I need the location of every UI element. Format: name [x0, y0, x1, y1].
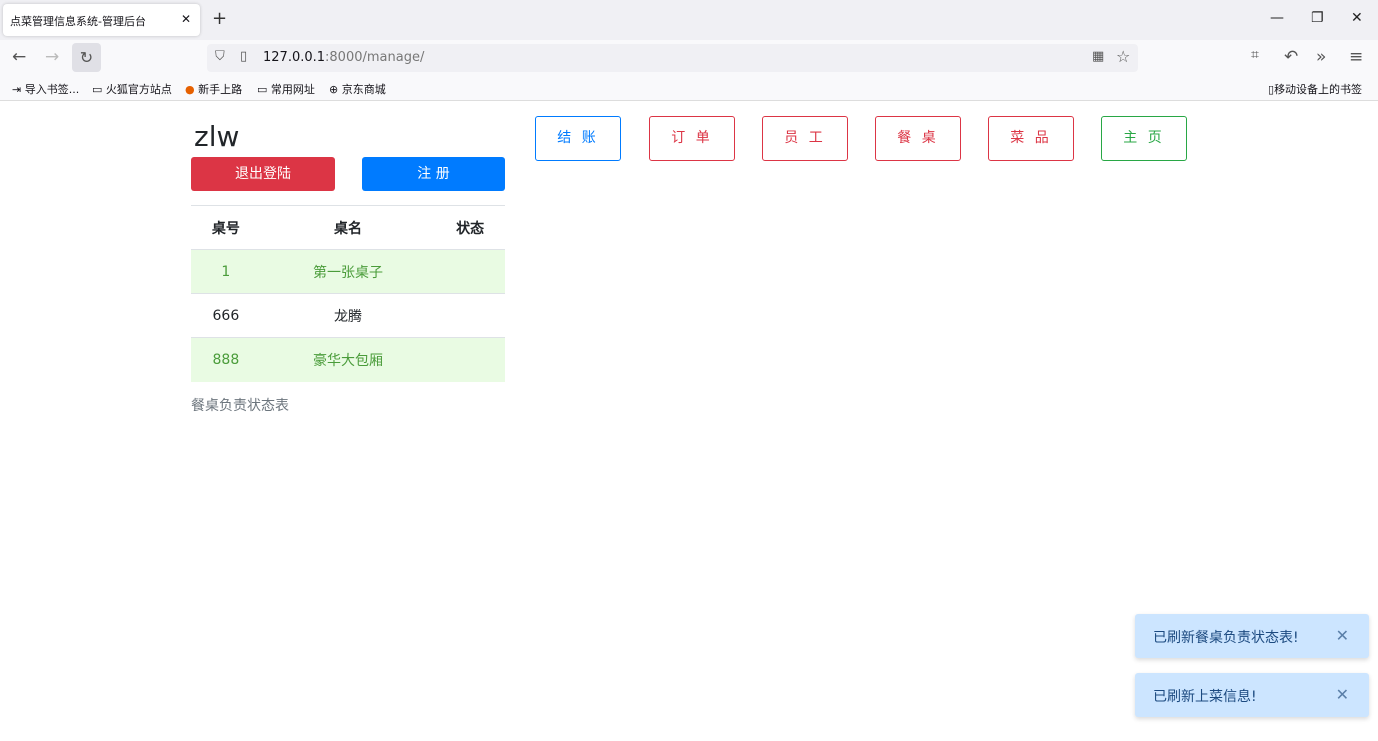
bookmark-firefox[interactable]: ▭ 火狐官方站点	[92, 81, 172, 97]
forward-icon: →	[45, 47, 60, 67]
close-tab-icon[interactable]: ✕	[181, 12, 191, 26]
cell: 666	[191, 293, 261, 338]
cell	[435, 249, 505, 294]
cell	[435, 293, 505, 338]
toast-message: 已刷新上菜信息!	[1153, 689, 1257, 705]
register-button[interactable]: 注 册	[362, 157, 505, 191]
bookmark-jd[interactable]: ⊕ 京东商城	[329, 81, 386, 97]
bookmark-import[interactable]: ⇥ 导入书签...	[12, 81, 79, 97]
url-path: :8000/manage/	[325, 50, 425, 65]
nav-orders-button[interactable]: 订 单	[649, 116, 735, 161]
nav-home-button[interactable]: 主 页	[1101, 116, 1187, 161]
tab-bar: 点菜管理信息系统-管理后台 ✕ + — ❐ ✕	[0, 0, 1378, 40]
table-header: 桌号 桌名 状态	[191, 205, 505, 250]
nav-tables-button[interactable]: 餐 桌	[875, 116, 961, 161]
page-icon: ▯	[240, 49, 248, 64]
mobile-bookmarks[interactable]: ▯移动设备上的书签	[1268, 81, 1362, 97]
cell: 1	[191, 249, 261, 294]
close-icon[interactable]: ✕	[1336, 626, 1349, 645]
logout-button[interactable]: 退出登陆	[191, 157, 335, 191]
table-row: 1 第一张桌子	[191, 249, 505, 294]
toast-notification: 已刷新上菜信息! ✕	[1135, 673, 1369, 717]
cell: 豪华大包厢	[260, 337, 436, 382]
url-host: 127.0.0.1	[263, 50, 326, 65]
header-status: 状态	[435, 205, 505, 250]
star-icon[interactable]: ☆	[1116, 47, 1130, 66]
cell	[435, 337, 505, 382]
table-row: 666 龙腾	[191, 293, 505, 338]
undo-icon[interactable]: ↶	[1284, 47, 1298, 67]
header-table-name: 桌名	[260, 205, 436, 250]
nav-staff-button[interactable]: 员 工	[762, 116, 848, 161]
crop-icon[interactable]: ⌗	[1251, 47, 1259, 63]
menu-icon[interactable]: ≡	[1349, 47, 1363, 67]
cell: 第一张桌子	[260, 249, 436, 294]
nav-dishes-button[interactable]: 菜 品	[988, 116, 1074, 161]
shield-icon: ⛉	[215, 49, 225, 64]
reload-icon[interactable]: ↻	[72, 43, 101, 72]
new-tab-icon[interactable]: +	[212, 8, 227, 29]
table-caption: 餐桌负责状态表	[191, 398, 289, 414]
close-icon[interactable]: ✕	[1336, 685, 1349, 704]
header-table-no: 桌号	[191, 205, 261, 250]
close-window-icon[interactable]: ✕	[1351, 10, 1363, 26]
bookmark-newbie[interactable]: ● 新手上路	[185, 81, 242, 97]
browser-tab[interactable]: 点菜管理信息系统-管理后台 ✕	[3, 4, 200, 36]
tab-title: 点菜管理信息系统-管理后台	[10, 15, 146, 28]
back-icon[interactable]: ←	[12, 47, 26, 67]
nav-checkout-button[interactable]: 结 账	[535, 116, 621, 161]
bookmark-common[interactable]: ▭ 常用网址	[257, 81, 315, 97]
table-status-table: 桌号 桌名 状态 1 第一张桌子 666 龙腾 888 豪华大包厢	[191, 205, 505, 382]
toast-message: 已刷新餐桌负责状态表!	[1153, 630, 1299, 646]
cell: 888	[191, 337, 261, 382]
bookmarks-bar: ⇥ 导入书签... ▭ 火狐官方站点 ● 新手上路 ▭ 常用网址 ⊕ 京东商城 …	[0, 75, 1378, 101]
table-row: 888 豪华大包厢	[191, 337, 505, 382]
qr-code-icon[interactable]: ▦	[1092, 49, 1104, 64]
username: zlw	[194, 120, 240, 153]
cell: 龙腾	[260, 293, 436, 338]
toast-notification: 已刷新餐桌负责状态表! ✕	[1135, 614, 1369, 658]
url-bar[interactable]: ⛉ ▯ 127.0.0.1:8000/manage/ ▦ ☆	[207, 44, 1138, 72]
overflow-icon[interactable]: »	[1316, 47, 1326, 67]
restore-icon[interactable]: ❐	[1311, 10, 1324, 26]
minimize-icon[interactable]: —	[1270, 10, 1284, 26]
